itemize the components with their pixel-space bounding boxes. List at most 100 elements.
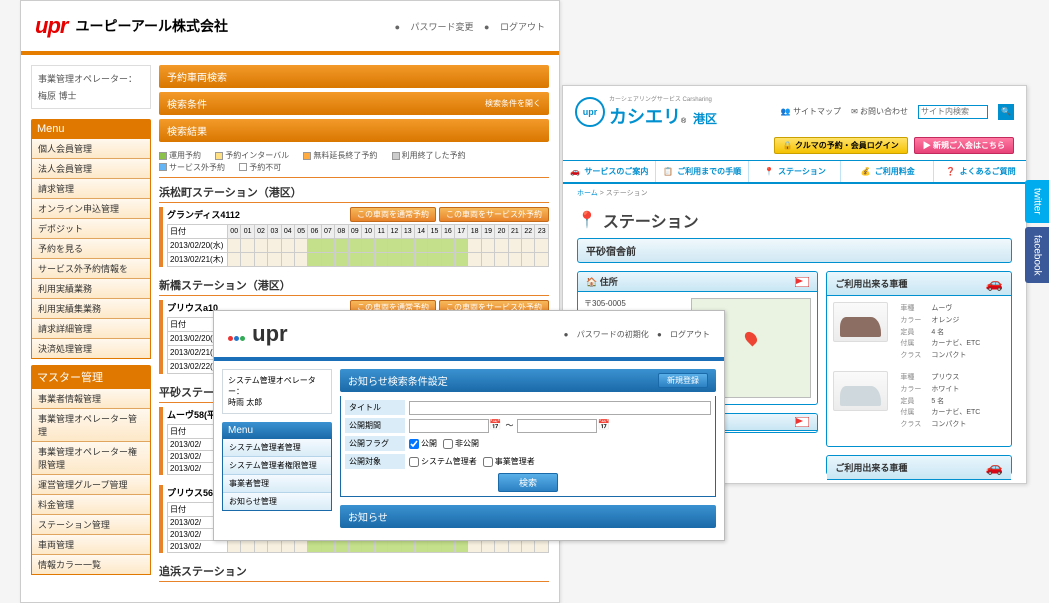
logout-link[interactable]: ● ログアウト [657, 330, 710, 339]
operator-name: 時雨 太郎 [228, 397, 326, 408]
pw-change-link[interactable]: ● パスワード変更 [395, 22, 474, 32]
menu-header: Menu [31, 119, 151, 139]
nav-icon: 📍 [763, 167, 775, 177]
sidebar-item[interactable]: 利用実績集業務 [32, 299, 150, 319]
sidebar-item[interactable]: システム管理者管理 [223, 439, 331, 457]
period-label: 公開期間 [345, 418, 405, 433]
car-icon: 🚗 [986, 275, 1003, 292]
station-title: 新橋ステーション（港区） [159, 277, 549, 296]
sidebar-item[interactable]: デポジット [32, 219, 150, 239]
search-bar: 予約車両検索 [159, 65, 549, 88]
pin-icon: 📍 [577, 210, 597, 230]
search-form: タイトル 公開期間 📅 ～ 📅 公開フラグ 公開 非公開 公開対象 システム管理… [340, 396, 716, 497]
car-name: ムーヴ58(平 [167, 408, 216, 421]
cars-box-title-2: ご利用出来る車種 [835, 461, 907, 474]
sidebar-item[interactable]: 予約を見る [32, 239, 150, 259]
date-separator: ～ [505, 420, 513, 431]
search-icon[interactable]: 🔍 [998, 104, 1014, 120]
sidebar-item[interactable]: 利用実績業務 [32, 279, 150, 299]
signup-button[interactable]: ▶ 新規ご入会はこちら [914, 137, 1014, 154]
login-button[interactable]: 🔒 クルマの予約・会員ログイン [774, 137, 908, 154]
sidebar-item[interactable]: 法人会員管理 [32, 159, 150, 179]
ward-name: 港区 [693, 112, 717, 126]
nav-item[interactable]: 💰ご利用料金 [841, 161, 934, 182]
cars-box-title: ご利用出来る車種 [835, 277, 907, 290]
car-name: プリウスa10 [167, 301, 218, 314]
target-sys-checkbox[interactable]: システム管理者 [409, 456, 477, 467]
section-title: 平砂宿舎前 [577, 238, 1012, 263]
nav-item[interactable]: 📍ステーション [749, 161, 842, 182]
sidebar-item[interactable]: 事業管理オペレーター権限管理 [32, 442, 150, 475]
sidebar-item[interactable]: 車両管理 [32, 535, 150, 555]
cars-box: ご利用出来る車種 🚗 車種ムーヴカラーオレンジ定員4 名付属カーナビ、ETCクラ… [826, 271, 1012, 447]
sidebar-item[interactable]: 料金管理 [32, 495, 150, 515]
site-search-input[interactable] [918, 105, 988, 119]
nav-item[interactable]: 🚗サービスのご案内 [563, 161, 656, 182]
sidebar-item[interactable]: オンライン申込管理 [32, 199, 150, 219]
sidebar-item[interactable]: 決済処理管理 [32, 339, 150, 358]
car-icon: 🚗 [986, 459, 1003, 476]
flag-private-checkbox[interactable]: 非公開 [443, 438, 479, 449]
operator-title: 事業管理オペレーター： [38, 72, 144, 85]
reserve-button[interactable]: この車両を通常予約 [350, 207, 436, 222]
sidebar-item[interactable]: 請求管理 [32, 179, 150, 199]
station-title: 浜松町ステーション（港区） [159, 184, 549, 203]
period-to-input[interactable] [517, 419, 597, 433]
operator-box: 事業管理オペレーター： 梅原 博士 [31, 65, 151, 109]
sidebar-item[interactable]: お知らせ管理 [223, 493, 331, 510]
nav-icon: 💰 [860, 167, 872, 177]
sidebar-item[interactable]: 事業者情報管理 [32, 389, 150, 409]
sidebar-item[interactable]: 情報カラー一覧 [32, 555, 150, 574]
operator-box: システム管理オペレーター： 時雨 太郎 [222, 369, 332, 414]
sidebar-item[interactable]: ステーション管理 [32, 515, 150, 535]
car-name: プリウス56 [167, 486, 213, 499]
flag-icon[interactable] [795, 417, 809, 427]
sidebar-item[interactable]: 事業者管理 [223, 475, 331, 493]
nav-item[interactable]: ❓よくあるご質問 [934, 161, 1026, 182]
news-bar: お知らせ [340, 505, 716, 528]
sidebar-item[interactable]: サービス外予約情報を [32, 259, 150, 279]
cond-label: 検索条件 [167, 96, 207, 111]
sidebar-item[interactable]: 事業管理オペレーター管理 [32, 409, 150, 442]
car-image [833, 302, 888, 342]
brand-name: カシエリ [609, 107, 681, 127]
breadcrumb: ホーム > ステーション [563, 184, 1026, 202]
period-from-input[interactable] [409, 419, 489, 433]
nav-item[interactable]: 📋ご利用までの手順 [656, 161, 749, 182]
title-label: タイトル [345, 400, 405, 415]
new-register-button[interactable]: 新規登録 [658, 373, 708, 388]
sidebar-item[interactable]: 個人会員管理 [32, 139, 150, 159]
header-links: ● パスワード変更 ● ログアウト [387, 20, 545, 33]
bar-title: お知らせ検索条件設定 [348, 373, 448, 388]
upr-logo: upr [228, 321, 288, 347]
title-input[interactable] [409, 401, 711, 415]
page-title: 📍 ステーション [563, 202, 1026, 238]
search-cond-bar: お知らせ検索条件設定 新規登録 [340, 369, 716, 392]
contact-link[interactable]: ✉ お問い合わせ [851, 106, 908, 117]
flag-label: 公開フラグ [345, 436, 405, 451]
car-item: 車種プリウスカラーホワイト定員5 名付属カーナビ、ETCクラスコンパクト [833, 371, 1005, 432]
pw-init-link[interactable]: ● パスワードの初期化 [564, 330, 649, 339]
facebook-tab[interactable]: facebook [1025, 227, 1049, 284]
cond-open-link[interactable]: 検索条件を開く [485, 98, 541, 109]
target-biz-checkbox[interactable]: 事業管理者 [483, 456, 535, 467]
twitter-tab[interactable]: twitter [1025, 180, 1049, 223]
search-button[interactable]: 検索 [498, 473, 558, 492]
sidebar-item[interactable]: システム管理者権限管理 [223, 457, 331, 475]
header-links: ● パスワードの初期化 ● ログアウト [558, 329, 710, 340]
service-reserve-button[interactable]: この車両をサービス外予約 [439, 207, 549, 222]
logout-link[interactable]: ● ログアウト [484, 22, 545, 32]
flag-icon[interactable] [795, 277, 809, 287]
cars-box-2: ご利用出来る車種 🚗 [826, 455, 1012, 475]
sitemap-link[interactable]: 👥 サイトマップ [781, 106, 841, 117]
home-icon: 🏠 [586, 277, 597, 287]
logo-block: upr [228, 321, 288, 347]
sidebar-item[interactable]: 運営管理グループ管理 [32, 475, 150, 495]
station-title: 追浜ステーション [159, 563, 549, 582]
logo-subtitle: カーシェアリングサービス Carsharing [609, 94, 717, 103]
breadcrumb-home[interactable]: ホーム [577, 190, 598, 197]
sidebar-item[interactable]: 請求詳細管理 [32, 319, 150, 339]
flag-public-checkbox[interactable]: 公開 [409, 438, 437, 449]
blue-admin-panel: upr ● パスワードの初期化 ● ログアウト システム管理オペレーター： 時雨… [213, 310, 725, 541]
breadcrumb-current: ステーション [606, 190, 648, 197]
